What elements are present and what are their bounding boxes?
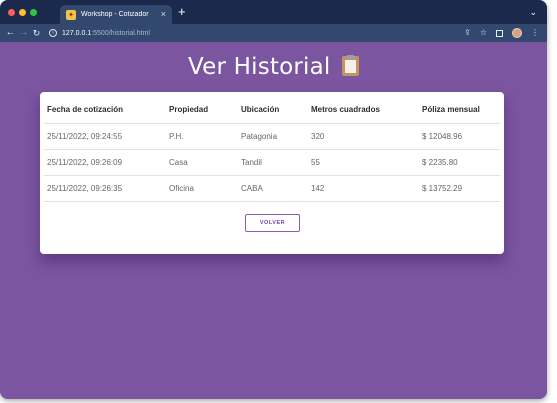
page-content: Ver Historial Fecha de cotización Propie… <box>0 42 547 399</box>
url-path: :5500/historial.html <box>91 29 150 37</box>
cell-propiedad: Oficina <box>166 175 238 202</box>
tab-workshop-cotizador[interactable]: ✦ Workshop - Cotizador × <box>60 5 172 24</box>
toolbar-actions: ⇪ ☆ ⋮ <box>464 28 547 38</box>
table-header-row: Fecha de cotización Propiedad Ubicación … <box>44 97 500 124</box>
page-title-text: Ver Historial <box>187 54 331 80</box>
cell-metros: 55 <box>308 149 419 176</box>
minimize-window-button[interactable] <box>19 9 26 16</box>
bookmark-star-icon[interactable]: ☆ <box>480 29 487 37</box>
cell-metros: 320 <box>308 123 419 150</box>
tab-strip: ✦ Workshop - Cotizador × + ⌄ <box>0 0 547 24</box>
cell-fecha: 25/11/2022, 09:26:09 <box>44 149 166 176</box>
maximize-window-button[interactable] <box>30 9 37 16</box>
table-row: 25/11/2022, 09:26:09 Casa Tandil 55 $ 22… <box>44 149 500 176</box>
clipboard-icon <box>342 55 360 76</box>
table-row: 25/11/2022, 09:24:55 P.H. Patagonia 320 … <box>44 123 500 150</box>
tab-search-chevron-icon[interactable]: ⌄ <box>529 7 537 18</box>
cell-poliza: $ 2235.80 <box>419 149 500 176</box>
cell-poliza: $ 12048.96 <box>419 123 500 150</box>
browser-window: ✦ Workshop - Cotizador × + ⌄ ← → ↻ i 127… <box>0 0 547 399</box>
cell-propiedad: Casa <box>166 149 238 176</box>
cell-fecha: 25/11/2022, 09:24:55 <box>44 123 166 150</box>
new-tab-button[interactable]: + <box>178 5 186 19</box>
kebab-menu-icon[interactable]: ⋮ <box>531 29 539 37</box>
table-row: 25/11/2022, 09:26:35 Oficina CABA 142 $ … <box>44 175 500 202</box>
cell-propiedad: P.H. <box>166 123 238 150</box>
volver-button[interactable]: VOLVER <box>245 214 300 232</box>
favicon-icon: ✦ <box>66 9 76 20</box>
cell-ubicacion: Patagonia <box>238 123 308 150</box>
header-ubicacion: Ubicación <box>238 97 308 124</box>
browser-toolbar: ← → ↻ i 127.0.0.1:5500/historial.html ⇪ … <box>0 24 547 42</box>
history-card: Fecha de cotización Propiedad Ubicación … <box>40 92 504 254</box>
site-info-icon[interactable]: i <box>49 29 57 37</box>
cell-poliza: $ 13752.29 <box>419 175 500 202</box>
tab-close-icon[interactable]: × <box>161 10 166 19</box>
tab-title: Workshop - Cotizador <box>81 11 149 18</box>
cell-ubicacion: CABA <box>238 175 308 202</box>
header-metros: Metros cuadrados <box>308 97 419 124</box>
side-panel-icon[interactable] <box>496 29 503 37</box>
cell-fecha: 25/11/2022, 09:26:35 <box>44 175 166 202</box>
header-propiedad: Propiedad <box>166 97 238 124</box>
page-title: Ver Historial <box>0 54 547 80</box>
history-table: Fecha de cotización Propiedad Ubicación … <box>44 97 500 202</box>
url-host: 127.0.0.1 <box>62 29 92 37</box>
address-bar[interactable]: i 127.0.0.1:5500/historial.html <box>49 26 150 40</box>
reload-icon[interactable]: ↻ <box>30 24 43 42</box>
back-arrow-icon[interactable]: ← <box>4 24 17 42</box>
forward-arrow-icon[interactable]: → <box>17 24 30 42</box>
header-poliza: Póliza mensual <box>419 97 500 124</box>
header-fecha: Fecha de cotización <box>44 97 166 124</box>
close-window-button[interactable] <box>8 9 15 16</box>
share-icon[interactable]: ⇪ <box>464 29 471 37</box>
profile-avatar-icon[interactable] <box>512 28 522 38</box>
cell-ubicacion: Tandil <box>238 149 308 176</box>
cell-metros: 142 <box>308 175 419 202</box>
